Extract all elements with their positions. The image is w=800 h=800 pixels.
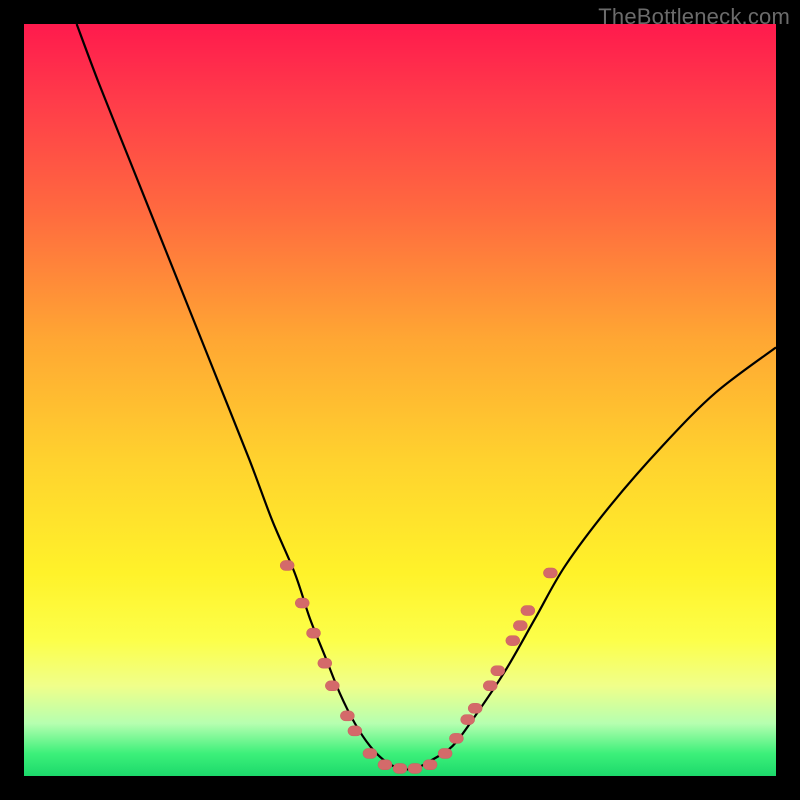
curve-marker (393, 763, 407, 773)
curve-marker (325, 681, 339, 691)
curve-marker (506, 636, 520, 646)
curve-marker (483, 681, 497, 691)
curve-marker (521, 606, 535, 616)
curve-marker (513, 621, 527, 631)
bottleneck-curve-line (77, 24, 776, 769)
curve-marker (449, 733, 463, 743)
curve-marker (318, 658, 332, 668)
curve-marker (280, 560, 294, 570)
curve-marker (543, 568, 557, 578)
curve-marker (295, 598, 309, 608)
curve-marker (340, 711, 354, 721)
marker-layer (280, 560, 557, 773)
watermark-text: TheBottleneck.com (598, 4, 790, 30)
curve-marker (468, 703, 482, 713)
bottleneck-chart (24, 24, 776, 776)
curve-marker (363, 748, 377, 758)
curve-marker (423, 760, 437, 770)
curve-marker (378, 760, 392, 770)
curve-marker (461, 715, 475, 725)
curve-marker (307, 628, 321, 638)
curve-marker (491, 666, 505, 676)
curve-marker (408, 763, 422, 773)
curve-marker (348, 726, 362, 736)
curve-marker (438, 748, 452, 758)
chart-area (24, 24, 776, 776)
